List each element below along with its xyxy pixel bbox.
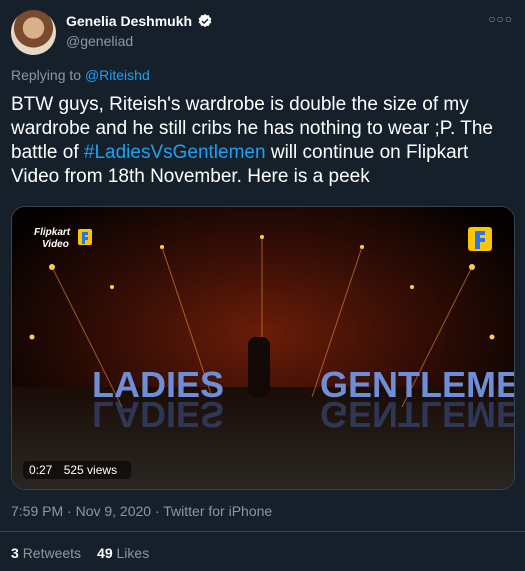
word-right-reflection: GENTLEMEN xyxy=(320,394,514,435)
reply-to-link[interactable]: @Riteishd xyxy=(85,67,150,83)
video-frame: LADIES GENTLEMEN LADIES GENTLEMEN Flipka… xyxy=(12,207,514,489)
likes-count: 49 xyxy=(97,545,113,561)
video-meta: 0:27 525 views xyxy=(23,461,132,479)
handle[interactable]: @geneliad xyxy=(66,33,133,49)
avatar[interactable] xyxy=(11,10,56,55)
silhouette xyxy=(248,337,270,397)
more-icon[interactable]: ○○○ xyxy=(488,12,513,26)
word-left-reflection: LADIES xyxy=(92,394,224,435)
likes-stat[interactable]: 49 Likes xyxy=(97,545,149,561)
retweets-stat[interactable]: 3 Retweets xyxy=(11,545,81,561)
hashtag-link[interactable]: #LadiesVsGentlemen xyxy=(84,142,266,163)
video-duration: 0:27 xyxy=(29,463,53,477)
divider xyxy=(0,531,525,532)
display-name[interactable]: Genelia Deshmukh xyxy=(66,13,192,29)
engagement-stats: 3 Retweets 49 Likes xyxy=(11,545,149,561)
reply-context: Replying to @Riteishd xyxy=(11,67,150,83)
video-views: 525 views xyxy=(63,463,118,477)
retweets-label: Retweets xyxy=(22,545,82,561)
tweet-text: BTW guys, Riteish's wardrobe is double t… xyxy=(11,93,516,189)
tweet-timestamp[interactable]: 7:59 PM · Nov 9, 2020 · Twitter for iPho… xyxy=(11,503,272,519)
video-player[interactable]: LADIES GENTLEMEN LADIES GENTLEMEN Flipka… xyxy=(11,206,515,490)
author-row: Genelia Deshmukh xyxy=(66,13,213,29)
verified-icon xyxy=(198,14,212,28)
likes-label: Likes xyxy=(116,545,150,561)
brand-line2: Video xyxy=(42,239,69,250)
reply-prefix: Replying to xyxy=(11,67,82,83)
flipkart-corner-icon xyxy=(468,227,492,251)
retweets-count: 3 xyxy=(11,545,19,561)
brand-line1: Flipkart xyxy=(34,227,71,238)
